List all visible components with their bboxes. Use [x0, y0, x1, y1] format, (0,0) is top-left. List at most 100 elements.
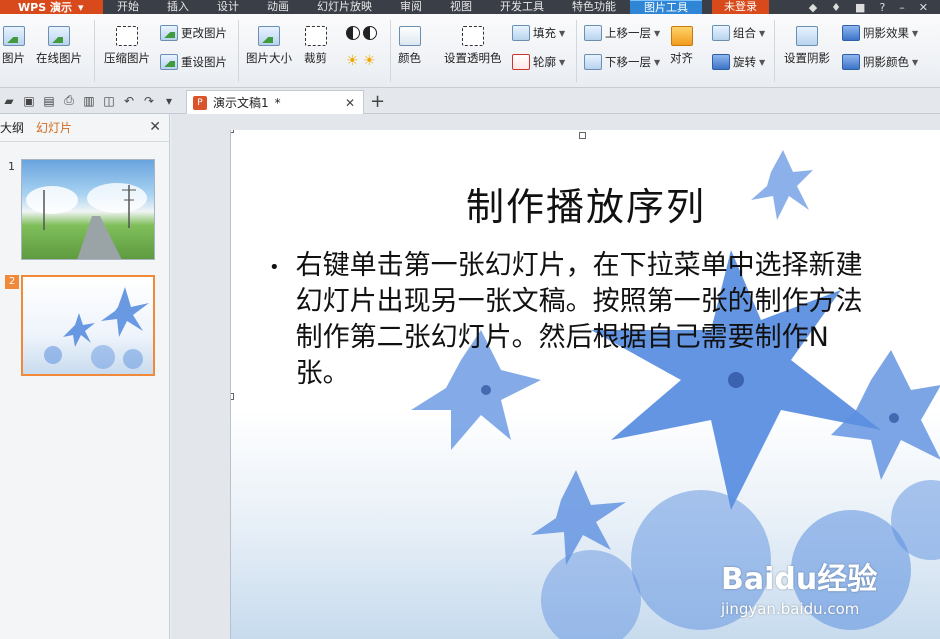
contrast-decrease-icon[interactable]: [363, 26, 377, 40]
tab-slides[interactable]: 幻灯片: [36, 119, 72, 136]
bring-forward-button[interactable]: 上移一层 ▼: [584, 25, 660, 41]
align-icon: [670, 26, 693, 46]
minimize-icon[interactable]: –: [899, 1, 905, 14]
menu-review[interactable]: 审阅: [386, 0, 436, 14]
menu-features[interactable]: 特色功能: [558, 0, 630, 14]
reset-picture-button[interactable]: 重设图片: [160, 54, 227, 70]
chevron-down-icon: ▼: [654, 28, 661, 38]
shadow-color-button[interactable]: 阴影颜色 ▼: [842, 54, 918, 70]
print-preview-icon[interactable]: ▥: [82, 94, 96, 108]
fill-button[interactable]: 填充 ▼: [512, 25, 565, 41]
send-backward-button[interactable]: 下移一层 ▼: [584, 54, 660, 70]
picture-size-label: 图片大小: [246, 51, 292, 65]
online-picture-icon: [48, 26, 70, 46]
skin-icon[interactable]: ◆: [809, 1, 817, 14]
change-picture-button[interactable]: 更改图片: [160, 25, 227, 41]
close-tab-icon[interactable]: ✕: [345, 96, 355, 110]
contrast-buttons[interactable]: [346, 26, 377, 40]
resize-handle[interactable]: [231, 393, 234, 400]
slide-body-text[interactable]: • 右键单击第一张幻灯片，在下拉菜单中选择新建幻灯片出现另一张文稿。按照第一张的…: [269, 248, 869, 392]
reset-picture-icon: [160, 54, 178, 70]
ribbon-toolbar: 图片 在线图片 压缩图片 更改图片 重设图片 图片大小 裁剪 ☀ ☀ 颜色 设置…: [0, 14, 940, 88]
menu-home[interactable]: 开始: [103, 0, 153, 14]
menu-slideshow[interactable]: 幻灯片放映: [303, 0, 386, 14]
align-button[interactable]: 对齐: [670, 26, 693, 66]
print-icon[interactable]: ⎙: [62, 93, 76, 108]
insert-picture-label: 图片: [2, 51, 25, 65]
close-icon[interactable]: ✕: [919, 1, 928, 14]
rotate-label: 旋转: [733, 55, 756, 69]
change-picture-icon: [160, 25, 178, 41]
resize-handle[interactable]: [579, 132, 586, 139]
export-pdf-icon[interactable]: ▤: [42, 94, 56, 108]
slide-thumbnail-2[interactable]: [21, 275, 155, 376]
wps-logo-button[interactable]: WPS 演示 ▾: [0, 0, 103, 14]
set-shadow-button[interactable]: 设置阴影: [784, 26, 830, 66]
undo-icon[interactable]: ↶: [122, 94, 136, 108]
menu-insert[interactable]: 插入: [153, 0, 203, 14]
compress-picture-button[interactable]: 压缩图片: [104, 26, 150, 66]
slide-thumbnail-1[interactable]: [21, 159, 155, 260]
chevron-down-icon: ▼: [559, 28, 566, 38]
resize-handle[interactable]: [231, 130, 234, 133]
ribbon-divider: [390, 20, 391, 82]
tab-outline[interactable]: 大纲: [0, 119, 24, 136]
shirt-icon[interactable]: ♦: [831, 1, 841, 14]
close-panel-icon[interactable]: ✕: [149, 119, 161, 135]
help-icon[interactable]: ?: [879, 1, 885, 14]
gift-icon[interactable]: ■: [855, 1, 865, 14]
reset-picture-label: 重设图片: [181, 55, 227, 69]
preview-icon[interactable]: ◫: [102, 94, 116, 108]
watermark-url: jingyan.baidu.com: [721, 600, 860, 618]
shadow-effect-label: 阴影效果: [863, 26, 909, 40]
document-tab[interactable]: P 演示文稿1 * ✕: [186, 90, 364, 114]
menu-view[interactable]: 视图: [436, 0, 486, 14]
group-button[interactable]: 组合 ▼: [712, 25, 765, 41]
menu-design[interactable]: 设计: [203, 0, 253, 14]
landscape-thumbnail-image: [26, 183, 147, 259]
menu-animation[interactable]: 动画: [253, 0, 303, 14]
flower-thumbnail-image: [44, 287, 149, 369]
insert-picture-button[interactable]: 图片: [2, 26, 25, 66]
current-slide[interactable]: 制作播放序列 • 右键单击第一张幻灯片，在下拉菜单中选择新建幻灯片出现另一张文稿…: [230, 130, 940, 639]
color-button[interactable]: 颜色: [398, 26, 421, 66]
set-transparent-label: 设置透明色: [444, 51, 502, 65]
online-picture-label: 在线图片: [36, 51, 82, 65]
shadow-effect-icon: [842, 25, 860, 41]
chevron-down-icon: ▼: [759, 28, 766, 38]
picture-size-button[interactable]: 图片大小: [246, 26, 292, 66]
set-transparent-button[interactable]: 设置透明色: [444, 26, 502, 66]
slide-title[interactable]: 制作播放序列: [231, 176, 940, 231]
login-button[interactable]: 未登录: [712, 0, 769, 14]
open-folder-icon[interactable]: ▰: [2, 94, 16, 108]
crop-button[interactable]: 裁剪: [304, 26, 327, 66]
online-picture-button[interactable]: 在线图片: [36, 26, 82, 66]
customize-chevron-icon[interactable]: ▾: [162, 94, 176, 108]
brightness-increase-icon[interactable]: ☀: [346, 54, 360, 70]
contrast-increase-icon[interactable]: [346, 26, 360, 40]
crop-icon: [304, 26, 327, 46]
brightness-decrease-icon[interactable]: ☀: [363, 54, 377, 70]
bring-forward-label: 上移一层: [605, 26, 651, 40]
brightness-buttons[interactable]: ☀ ☀: [346, 54, 377, 70]
new-tab-plus-icon[interactable]: +: [370, 91, 385, 112]
document-tab-title: 演示文稿1: [213, 96, 269, 110]
compress-label: 压缩图片: [104, 51, 150, 65]
change-picture-label: 更改图片: [181, 26, 227, 40]
shadow-effect-button[interactable]: 阴影效果 ▼: [842, 25, 918, 41]
chevron-down-icon: ▾: [77, 0, 84, 14]
menu-developer[interactable]: 开发工具: [486, 0, 558, 14]
wps-presentation-window: WPS 演示 ▾ 开始 插入 设计 动画 幻灯片放映 审阅 视图 开发工具 特色…: [0, 0, 940, 639]
rotate-icon: [712, 54, 730, 70]
fill-label: 填充: [533, 26, 556, 40]
send-backward-label: 下移一层: [605, 55, 651, 69]
send-backward-icon: [584, 54, 602, 70]
bullet-point: •: [269, 257, 280, 278]
ribbon-divider: [94, 20, 95, 82]
outline-button[interactable]: 轮廓 ▼: [512, 54, 565, 70]
redo-icon[interactable]: ↷: [142, 94, 156, 108]
rotate-button[interactable]: 旋转 ▼: [712, 54, 765, 70]
chevron-down-icon: ▼: [912, 57, 919, 67]
save-icon[interactable]: ▣: [22, 94, 36, 108]
menu-picture-tools[interactable]: 图片工具: [630, 0, 702, 14]
